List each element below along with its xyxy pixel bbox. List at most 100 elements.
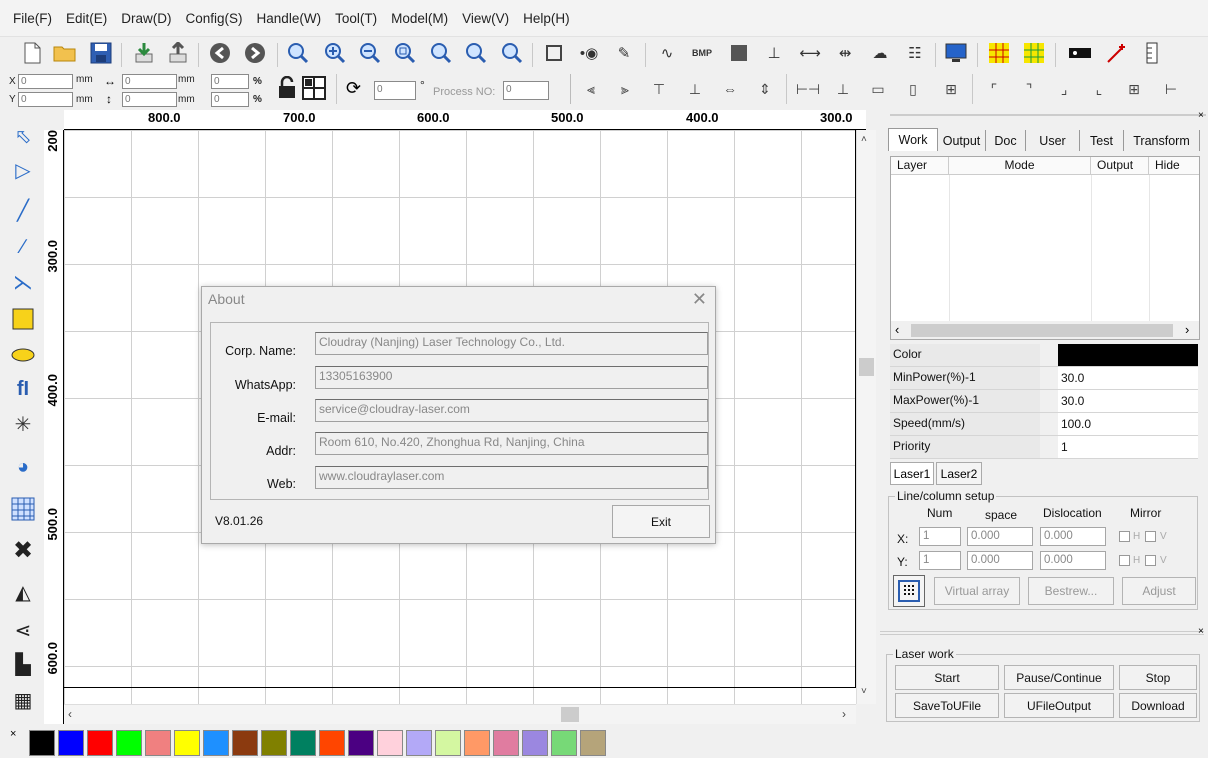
position-anchor-icon[interactable] (302, 76, 326, 103)
zoom-window-icon[interactable] (393, 41, 417, 65)
scroll-thumb[interactable] (911, 324, 1173, 337)
tree-icon[interactable]: ⊥ (762, 41, 786, 65)
adjust-button[interactable]: Adjust (1122, 577, 1196, 605)
corner-tl-icon[interactable]: ⌜ (983, 78, 1005, 100)
priority-value[interactable]: 1 (1058, 436, 1198, 458)
zoom-pan-icon[interactable] (286, 41, 310, 65)
color-swatch[interactable] (493, 730, 519, 756)
menu-draw[interactable]: Draw(D) (114, 11, 178, 26)
palette-close-icon[interactable]: × (10, 728, 16, 740)
tab-transform[interactable]: Transform (1124, 130, 1200, 151)
scroll-thumb-horizontal[interactable] (561, 707, 579, 722)
corner-tr-icon[interactable]: ⌝ (1018, 78, 1040, 100)
speed-value[interactable]: 100.0 (1058, 413, 1198, 435)
curve-icon[interactable]: ∿ (655, 41, 679, 65)
lock-ratio-icon[interactable] (277, 75, 297, 103)
tab-user[interactable]: User (1026, 130, 1080, 151)
close-icon[interactable]: ✕ (692, 289, 707, 310)
laser-head-icon[interactable] (1068, 41, 1092, 65)
align-hcenter-icon[interactable]: ⇔ (719, 78, 741, 100)
save-to-ufile-button[interactable]: SaveToUFile (895, 693, 999, 718)
v-distribute-icon[interactable]: ▯ (902, 78, 924, 100)
x-mirror-v-checkbox[interactable] (1145, 531, 1156, 542)
color-swatch[interactable] (58, 730, 84, 756)
undo-icon[interactable] (208, 41, 232, 65)
y-dislocation-field[interactable]: 0.000 (1040, 551, 1106, 570)
zoom-data-icon[interactable] (464, 41, 488, 65)
rotate-field[interactable]: 0 (374, 81, 416, 100)
color-swatch[interactable] (87, 730, 113, 756)
color-swatch[interactable] (580, 730, 606, 756)
y-space-field[interactable]: 0.000 (967, 551, 1033, 570)
scroll-up-icon[interactable]: ˄ (861, 134, 867, 145)
color-swatch[interactable] (522, 730, 548, 756)
download-button[interactable]: Download (1119, 693, 1197, 718)
grid-color2-icon[interactable] (1022, 41, 1046, 65)
color-swatch[interactable] (145, 730, 171, 756)
tab-doc[interactable]: Doc (986, 130, 1026, 151)
menu-handle[interactable]: Handle(W) (250, 11, 329, 26)
virtual-array-button[interactable]: Virtual array (934, 577, 1020, 605)
rectangle-select-icon[interactable] (542, 41, 566, 65)
horizontal-scrollbar[interactable]: ‹ › (64, 704, 856, 724)
color-swatch[interactable] (116, 730, 142, 756)
align-vcenter-icon[interactable]: ⇕ (754, 78, 776, 100)
ellipse-tool-icon[interactable] (10, 342, 36, 368)
layer-hscroll[interactable]: ‹ › (891, 321, 1199, 339)
x-mirror-h-checkbox[interactable] (1119, 531, 1130, 542)
menu-model[interactable]: Model(M) (384, 11, 455, 26)
col-layer[interactable]: Layer (891, 157, 949, 175)
menu-tool[interactable]: Tool(T) (328, 11, 384, 26)
redo-icon[interactable] (243, 41, 267, 65)
wand-icon[interactable] (1104, 41, 1128, 65)
y-num-field[interactable]: 1 (919, 551, 961, 570)
process-no-field[interactable]: 0 (503, 81, 549, 100)
scroll-left-icon[interactable]: ‹ (895, 322, 899, 337)
color-swatch[interactable] (406, 730, 432, 756)
grid-color-icon[interactable] (987, 41, 1011, 65)
new-file-icon[interactable] (20, 41, 44, 65)
curve-tool-icon[interactable]: ⋋ (10, 270, 36, 296)
col-output[interactable]: Output (1091, 157, 1149, 175)
color-swatch[interactable] (435, 730, 461, 756)
color-swatch[interactable] (377, 730, 403, 756)
bestrew-button[interactable]: Bestrew... (1028, 577, 1114, 605)
tab-test[interactable]: Test (1080, 130, 1124, 151)
zoom-page-icon[interactable] (429, 41, 453, 65)
center-icon[interactable]: ⊞ (940, 78, 962, 100)
width-icon[interactable]: ⟷ (798, 41, 822, 65)
array-tool-icon[interactable] (10, 496, 36, 522)
align-icon[interactable]: ⇹ (833, 41, 857, 65)
cloud-icon[interactable]: ☁ (868, 41, 892, 65)
panel-close-icon[interactable]: × (1198, 626, 1204, 637)
save-icon[interactable] (89, 41, 113, 65)
image-tool-icon[interactable]: ◕ (10, 454, 36, 480)
mirror-v-icon[interactable]: ⋖ (10, 618, 36, 644)
menu-config[interactable]: Config(S) (179, 11, 250, 26)
mirror-h-icon[interactable]: ◭ (10, 580, 36, 606)
line-icon[interactable]: ╱ (10, 198, 36, 224)
menu-help[interactable]: Help(H) (516, 11, 577, 26)
y-position-field[interactable]: 0 (18, 92, 73, 107)
rotate-icon[interactable]: ⟳ (346, 78, 361, 99)
rectangle-tool-icon[interactable] (10, 306, 36, 332)
tab-laser1[interactable]: Laser1 (890, 462, 934, 485)
menu-view[interactable]: View(V) (455, 11, 516, 26)
menu-edit[interactable]: Edit(E) (59, 11, 114, 26)
x-space-field[interactable]: 0.000 (967, 527, 1033, 546)
fill-rect-icon[interactable] (727, 41, 751, 65)
scroll-down-icon[interactable]: ˅ (861, 686, 867, 697)
color-swatch[interactable] (232, 730, 258, 756)
node-select-icon[interactable]: ▷ (10, 158, 36, 184)
align-top-icon[interactable]: ⊤ (648, 78, 670, 100)
align-left-icon[interactable]: ⫷ (580, 78, 602, 100)
stop-button[interactable]: Stop (1119, 665, 1197, 690)
same-width-icon[interactable]: ⊢⊣ (796, 78, 820, 100)
max-power-value[interactable]: 30.0 (1058, 390, 1198, 412)
x-dislocation-field[interactable]: 0.000 (1040, 527, 1106, 546)
dot-tool-icon[interactable]: ✳ (10, 412, 36, 438)
zoom-out-icon[interactable] (358, 41, 382, 65)
corner-br-icon[interactable]: ⌟ (1053, 78, 1075, 100)
scroll-thumb-vertical[interactable] (859, 358, 874, 376)
list-icon[interactable]: ☷ (903, 41, 927, 65)
